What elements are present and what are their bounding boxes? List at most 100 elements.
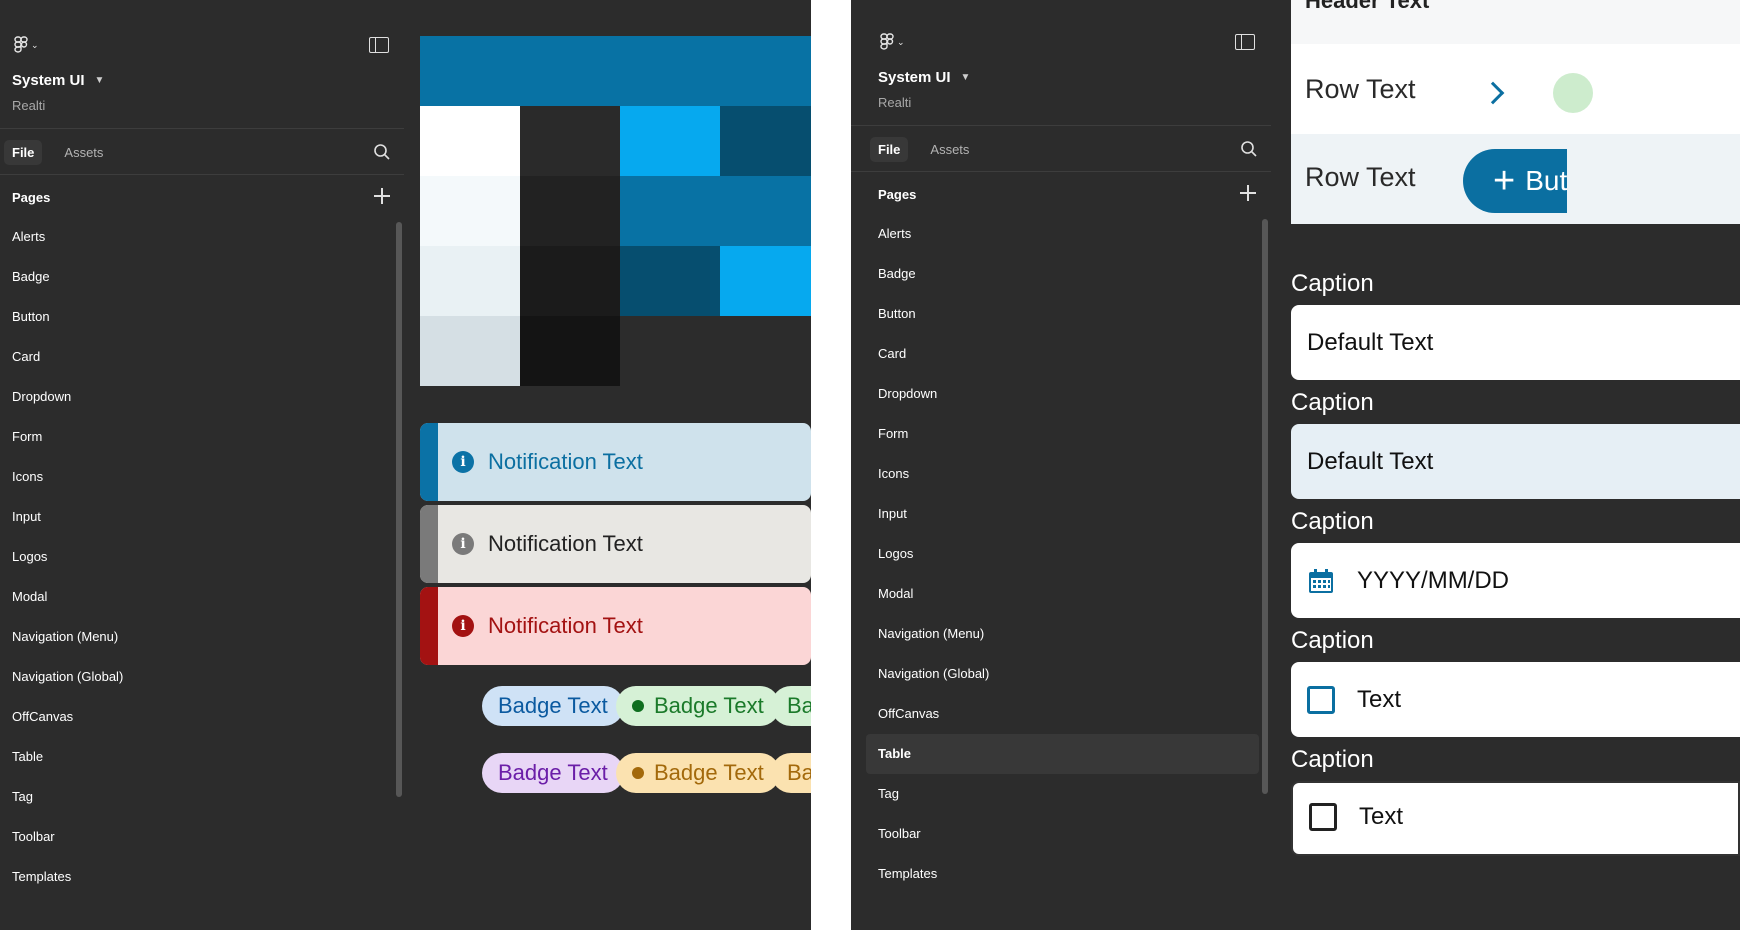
tab-assets[interactable]: Assets (922, 137, 977, 162)
add-button[interactable]: + Button (1463, 149, 1567, 213)
page-item-toolbar[interactable]: Toolbar (866, 814, 1259, 854)
left-sidebar: ⌄ System UI ▼ Realti File Assets Pages A… (0, 0, 404, 930)
color-swatch (520, 246, 620, 316)
page-item-dropdown[interactable]: Dropdown (866, 374, 1259, 414)
sidebar-toggle-icon[interactable] (1235, 34, 1255, 50)
search-icon[interactable] (373, 143, 391, 161)
page-item-navigation-menu[interactable]: Navigation (Menu) (866, 614, 1259, 654)
notification-neutral: i Notification Text (420, 505, 811, 583)
page-item-table[interactable]: Table (0, 737, 392, 777)
notification-accent-bar (420, 587, 438, 665)
tab-assets[interactable]: Assets (56, 140, 111, 165)
plus-icon: + (1493, 160, 1516, 202)
page-item-templates[interactable]: Templates (866, 854, 1259, 894)
field-caption: Caption (1291, 627, 1374, 654)
page-item-badge[interactable]: Badge (0, 257, 392, 297)
pages-list: Alerts Badge Button Card Dropdown Form I… (866, 214, 1259, 894)
color-swatch (520, 316, 620, 386)
page-item-tag[interactable]: Tag (0, 777, 392, 817)
page-item-form[interactable]: Form (866, 414, 1259, 454)
page-item-button[interactable]: Button (0, 297, 392, 337)
page-item-icons[interactable]: Icons (0, 457, 392, 497)
page-item-navigation-global[interactable]: Navigation (Global) (0, 657, 392, 697)
divider (0, 174, 404, 175)
badge-green-dot: Badge Text (616, 686, 780, 726)
page-item-modal[interactable]: Modal (0, 577, 392, 617)
page-item-offcanvas[interactable]: OffCanvas (866, 694, 1259, 734)
page-item-dropdown[interactable]: Dropdown (0, 377, 392, 417)
page-item-badge[interactable]: Badge (866, 254, 1259, 294)
chevron-down-icon: ⌄ (897, 36, 905, 47)
checkbox-icon[interactable] (1307, 685, 1335, 714)
field-caption: Caption (1291, 270, 1374, 297)
figma-logo-icon (880, 33, 894, 50)
pages-scrollbar[interactable] (396, 222, 402, 797)
badge-text: Badge Text (654, 760, 764, 785)
right-sidebar: ⌄ System UI ▼ Realti File Assets Pages A… (851, 0, 1271, 930)
date-field[interactable]: YYYY/MM/DD (1291, 543, 1740, 618)
page-item-navigation-global[interactable]: Navigation (Global) (866, 654, 1259, 694)
pages-scrollbar[interactable] (1262, 219, 1268, 794)
status-pill (1553, 73, 1593, 113)
page-item-input[interactable]: Input (866, 494, 1259, 534)
sidebar-toggle-icon[interactable] (369, 37, 389, 53)
table-row[interactable]: Row Text + Button (1291, 134, 1740, 224)
page-item-modal[interactable]: Modal (866, 574, 1259, 614)
checkbox-field[interactable]: Text (1291, 662, 1740, 737)
chevron-right-icon[interactable] (1481, 81, 1505, 105)
field-caption: Caption (1291, 389, 1374, 416)
tab-file[interactable]: File (4, 140, 43, 165)
sidebar-tabs: File Assets (4, 140, 111, 165)
divider (851, 171, 1271, 172)
team-name: Realti (12, 98, 46, 113)
project-name: System UI (878, 69, 951, 86)
page-item-icons[interactable]: Icons (866, 454, 1259, 494)
page-item-tag[interactable]: Tag (866, 774, 1259, 814)
project-title[interactable]: System UI ▼ (12, 72, 104, 89)
project-title[interactable]: System UI ▼ (878, 69, 970, 86)
page-item-toolbar[interactable]: Toolbar (0, 817, 392, 857)
text-field-filled[interactable]: Default Text (1291, 424, 1740, 499)
page-item-card[interactable]: Card (0, 337, 392, 377)
notification-error: i Notification Text (420, 587, 811, 665)
plus-icon[interactable] (374, 188, 390, 204)
checkbox-field[interactable]: Text (1291, 781, 1740, 856)
tab-file[interactable]: File (870, 137, 909, 162)
color-swatch (620, 106, 720, 176)
search-icon[interactable] (1240, 140, 1258, 158)
chevron-down-icon: ▼ (960, 72, 971, 83)
page-item-offcanvas[interactable]: OffCanvas (0, 697, 392, 737)
color-swatch (520, 106, 620, 176)
figma-menu-button[interactable]: ⌄ (880, 33, 905, 51)
divider (851, 125, 1271, 126)
table-header-text: Header Text (1305, 0, 1430, 13)
table-row[interactable]: Row Text (1291, 44, 1740, 142)
color-swatch (420, 176, 520, 246)
field-value: YYYY/MM/DD (1357, 566, 1510, 594)
calendar-icon[interactable] (1307, 567, 1335, 595)
text-field[interactable]: Default Text (1291, 305, 1740, 380)
checkbox-icon[interactable] (1309, 803, 1337, 831)
page-item-navigation-menu[interactable]: Navigation (Menu) (0, 617, 392, 657)
page-item-form[interactable]: Form (0, 417, 392, 457)
notification-text: Notification Text (488, 613, 643, 638)
page-item-table[interactable]: Table (866, 734, 1259, 774)
page-item-card[interactable]: Card (866, 334, 1259, 374)
badge-blue: Badge Text (482, 686, 624, 726)
notification-info: i Notification Text (420, 423, 811, 501)
page-item-button[interactable]: Button (866, 294, 1259, 334)
page-item-alerts[interactable]: Alerts (866, 214, 1259, 254)
page-item-alerts[interactable]: Alerts (0, 217, 392, 257)
color-swatch (420, 106, 520, 176)
info-icon: i (452, 533, 474, 555)
page-item-logos[interactable]: Logos (0, 537, 392, 577)
plus-icon[interactable] (1240, 185, 1256, 201)
page-item-logos[interactable]: Logos (866, 534, 1259, 574)
pages-header: Pages (878, 187, 917, 202)
page-item-input[interactable]: Input (0, 497, 392, 537)
page-item-templates[interactable]: Templates (0, 857, 392, 897)
field-value: Default Text (1307, 447, 1434, 475)
pages-header: Pages (12, 190, 51, 205)
field-caption: Caption (1291, 508, 1374, 535)
figma-menu-button[interactable]: ⌄ (14, 36, 39, 54)
